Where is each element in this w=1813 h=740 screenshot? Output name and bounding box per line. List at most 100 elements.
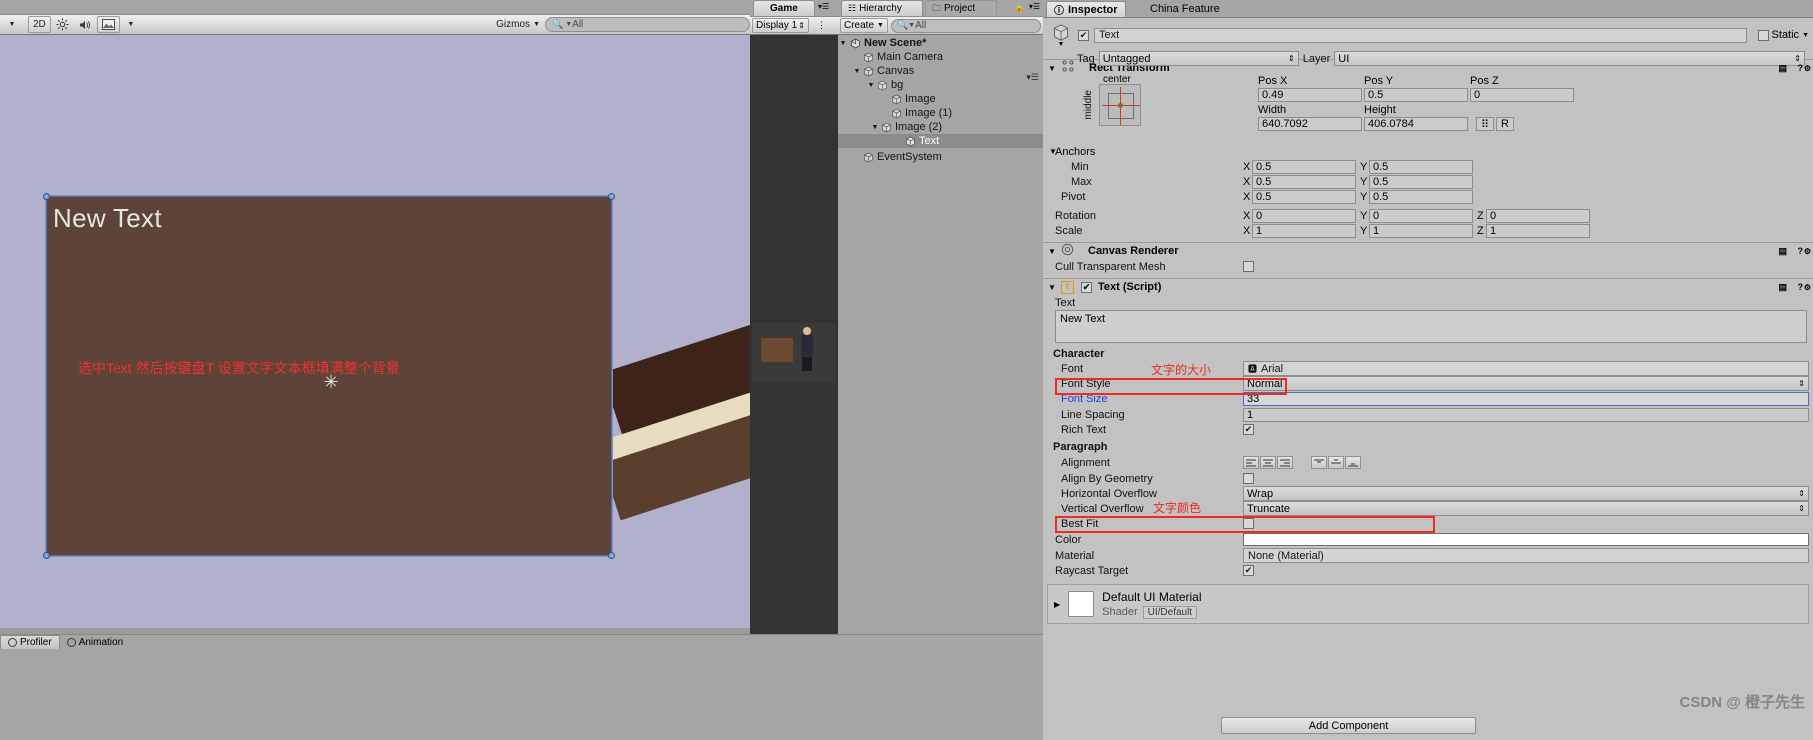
lock-icon[interactable]: 🔒 bbox=[1014, 2, 1025, 13]
align-center-button[interactable] bbox=[1260, 456, 1276, 469]
align-left-button[interactable] bbox=[1243, 456, 1259, 469]
scene-fx-dropdown-icon[interactable]: ▼ bbox=[121, 16, 141, 33]
cull-transparent-mesh-checkbox[interactable] bbox=[1243, 261, 1254, 272]
create-dropdown-button[interactable]: Create ▼ bbox=[840, 18, 888, 33]
blueprint-mode-button[interactable]: ⠿ bbox=[1476, 117, 1494, 131]
hierarchy-search-input[interactable]: 🔍 ▼ All bbox=[890, 18, 1041, 33]
game-view-toolbar[interactable]: Display 1 ⇕ ⋮ bbox=[750, 16, 838, 35]
tab-game[interactable]: Game bbox=[753, 0, 815, 16]
align-middle-button[interactable] bbox=[1328, 456, 1344, 469]
align-top-button[interactable] bbox=[1311, 456, 1327, 469]
chevron-down-icon[interactable]: ▼ bbox=[838, 40, 848, 47]
add-component-button[interactable]: Add Component bbox=[1221, 717, 1476, 734]
rotation-y-field[interactable]: 0 bbox=[1369, 208, 1473, 223]
align-right-button[interactable] bbox=[1277, 456, 1293, 469]
scene-search-input[interactable]: 🔍 ▼ All bbox=[545, 17, 750, 32]
anchor-min-y-field[interactable]: 0.5 bbox=[1369, 159, 1473, 174]
scale-y-field[interactable]: 1 bbox=[1369, 223, 1473, 238]
static-chevron-down-icon[interactable]: ▼ bbox=[1802, 32, 1809, 39]
panel-menu-icon[interactable]: ▾☰ bbox=[1029, 2, 1040, 11]
chevron-down-icon[interactable]: ▼ bbox=[866, 82, 876, 89]
horizontal-overflow-dropdown[interactable]: Wrap ⇕ bbox=[1243, 486, 1809, 501]
resize-handle-bl[interactable] bbox=[43, 552, 50, 559]
pivot-x-field[interactable]: 0.5 bbox=[1252, 189, 1356, 204]
alignment-vertical-group[interactable] bbox=[1311, 456, 1361, 469]
tag-dropdown[interactable]: Untagged ⇕ bbox=[1098, 51, 1299, 66]
hierarchy-row-eventsystem[interactable]: EventSystem bbox=[838, 150, 1043, 164]
pivot-y-field[interactable]: 0.5 bbox=[1369, 189, 1473, 204]
anchor-preset-button[interactable] bbox=[1099, 84, 1141, 126]
inspector-panel[interactable]: ⓘ Inspector China Feature ▼ Text Static … bbox=[1043, 0, 1813, 740]
hierarchy-panel[interactable]: ☷ Hierarchy 🗀 Project 🔒 ▾☰ Create ▼ 🔍 ▼ … bbox=[838, 0, 1043, 634]
component-preset-icon[interactable]: ▤ bbox=[1778, 246, 1787, 257]
tab-hierarchy[interactable]: ☷ Hierarchy bbox=[841, 0, 923, 16]
static-checkbox[interactable] bbox=[1757, 29, 1769, 41]
scene-2d-toggle[interactable]: 2D bbox=[28, 16, 51, 33]
component-help-icon[interactable]: ? bbox=[1798, 246, 1804, 256]
pos-z-field[interactable]: 0 bbox=[1470, 88, 1574, 102]
chevron-down-icon[interactable]: ▼ bbox=[870, 124, 880, 131]
object-name-field[interactable]: Text bbox=[1094, 27, 1747, 43]
component-preset-icon[interactable]: ▤ bbox=[1778, 282, 1787, 293]
pivot-gizmo-icon[interactable]: ✳ bbox=[320, 371, 342, 393]
hierarchy-tree[interactable]: ▼ New Scene* ▾☰ Main Camera ▼ Canvas ▼ b… bbox=[838, 35, 1043, 634]
tab-animation[interactable]: Animation bbox=[59, 635, 131, 649]
color-swatch-field[interactable] bbox=[1243, 533, 1809, 546]
object-active-checkbox[interactable] bbox=[1078, 29, 1089, 41]
component-menu-icon[interactable]: ⚙ bbox=[1804, 283, 1811, 292]
font-style-dropdown[interactable]: Normal ⇕ bbox=[1243, 376, 1809, 391]
pos-y-field[interactable]: 0.5 bbox=[1364, 88, 1468, 102]
sun-icon[interactable] bbox=[52, 16, 73, 33]
hierarchy-row-bg[interactable]: ▼ bg bbox=[838, 78, 1043, 92]
row-anchors[interactable]: ▼ Anchors bbox=[1043, 144, 1813, 159]
font-value[interactable]: Arial bbox=[1261, 363, 1283, 375]
material-field[interactable]: None (Material) bbox=[1243, 548, 1809, 563]
font-size-field[interactable]: 33 bbox=[1243, 392, 1809, 406]
component-menu-icon[interactable]: ⚙ bbox=[1804, 247, 1811, 256]
alignment-horizontal-group[interactable] bbox=[1243, 456, 1293, 469]
vertical-overflow-dropdown[interactable]: Truncate ⇕ bbox=[1243, 501, 1809, 516]
scale-z-field[interactable]: 1 bbox=[1486, 223, 1590, 238]
resize-handle-tr[interactable] bbox=[608, 193, 615, 200]
raw-edit-mode-button[interactable]: R bbox=[1496, 117, 1514, 131]
line-spacing-field[interactable]: 1 bbox=[1243, 407, 1809, 422]
default-ui-material-box[interactable]: ▶ Default UI Material Shader UI/Default bbox=[1047, 584, 1809, 624]
chevron-down-icon[interactable]: ▼ bbox=[1048, 283, 1057, 292]
game-render-area[interactable] bbox=[750, 35, 838, 634]
anchor-min-x-field[interactable]: 0.5 bbox=[1252, 159, 1356, 174]
tab-china-feature[interactable]: China Feature bbox=[1143, 1, 1227, 17]
game-toolbar-more-icon[interactable]: ⋮ bbox=[817, 20, 826, 31]
shader-value[interactable]: UI/Default bbox=[1142, 605, 1198, 619]
scene-view-panel[interactable]: ▼ 2D ▼ Gizmos ▼ 🔍 ▼ All New Text 选中Text … bbox=[0, 0, 752, 634]
align-bottom-button[interactable] bbox=[1345, 456, 1361, 469]
rotation-z-field[interactable]: 0 bbox=[1486, 208, 1590, 223]
bottom-status-bar[interactable]: Profiler Animation bbox=[0, 634, 1043, 740]
scale-x-field[interactable]: 1 bbox=[1252, 223, 1356, 238]
component-header-canvas-renderer[interactable]: ▼ Canvas Renderer ▤ ? ⚙ bbox=[1043, 242, 1813, 259]
hierarchy-row-image[interactable]: Image bbox=[838, 92, 1043, 106]
component-header-text-script[interactable]: ▼ T Text (Script) ▤ ? ⚙ bbox=[1043, 278, 1813, 295]
scene-fx-image-icon[interactable] bbox=[96, 16, 120, 33]
chevron-down-icon[interactable]: ▼ bbox=[852, 68, 862, 75]
chevron-down-icon[interactable]: ▼ bbox=[1048, 247, 1057, 256]
height-field[interactable]: 406.0784 bbox=[1364, 117, 1468, 131]
component-help-icon[interactable]: ? bbox=[1798, 282, 1804, 292]
hierarchy-row-text[interactable]: Text bbox=[838, 134, 1043, 148]
tab-project[interactable]: 🗀 Project bbox=[925, 0, 997, 16]
gizmos-button[interactable]: Gizmos ▼ bbox=[492, 16, 544, 33]
hierarchy-row-main-camera[interactable]: Main Camera bbox=[838, 50, 1043, 64]
material-expand-chevron-icon[interactable]: ▶ bbox=[1054, 600, 1060, 609]
width-field[interactable]: 640.7092 bbox=[1258, 117, 1362, 131]
tab-profiler[interactable]: Profiler bbox=[0, 635, 60, 649]
game-tab-menu-icon[interactable]: ▾☰ bbox=[818, 2, 829, 11]
align-by-geometry-checkbox[interactable] bbox=[1243, 473, 1254, 484]
inspector-body[interactable]: ▼ Text Static ▼ Tag Untagged ⇕ Layer U bbox=[1043, 17, 1813, 740]
bottom-tab-row[interactable]: Profiler Animation bbox=[0, 635, 1043, 649]
component-help-icon[interactable]: ? bbox=[1798, 63, 1804, 73]
component-preset-icon[interactable]: ▤ bbox=[1778, 63, 1787, 74]
best-fit-checkbox[interactable] bbox=[1243, 518, 1254, 529]
anchor-max-x-field[interactable]: 0.5 bbox=[1252, 174, 1356, 189]
component-menu-icon[interactable]: ⚙ bbox=[1804, 64, 1811, 73]
chevron-down-icon[interactable]: ▼ bbox=[1043, 147, 1057, 156]
resize-handle-tl[interactable] bbox=[43, 193, 50, 200]
